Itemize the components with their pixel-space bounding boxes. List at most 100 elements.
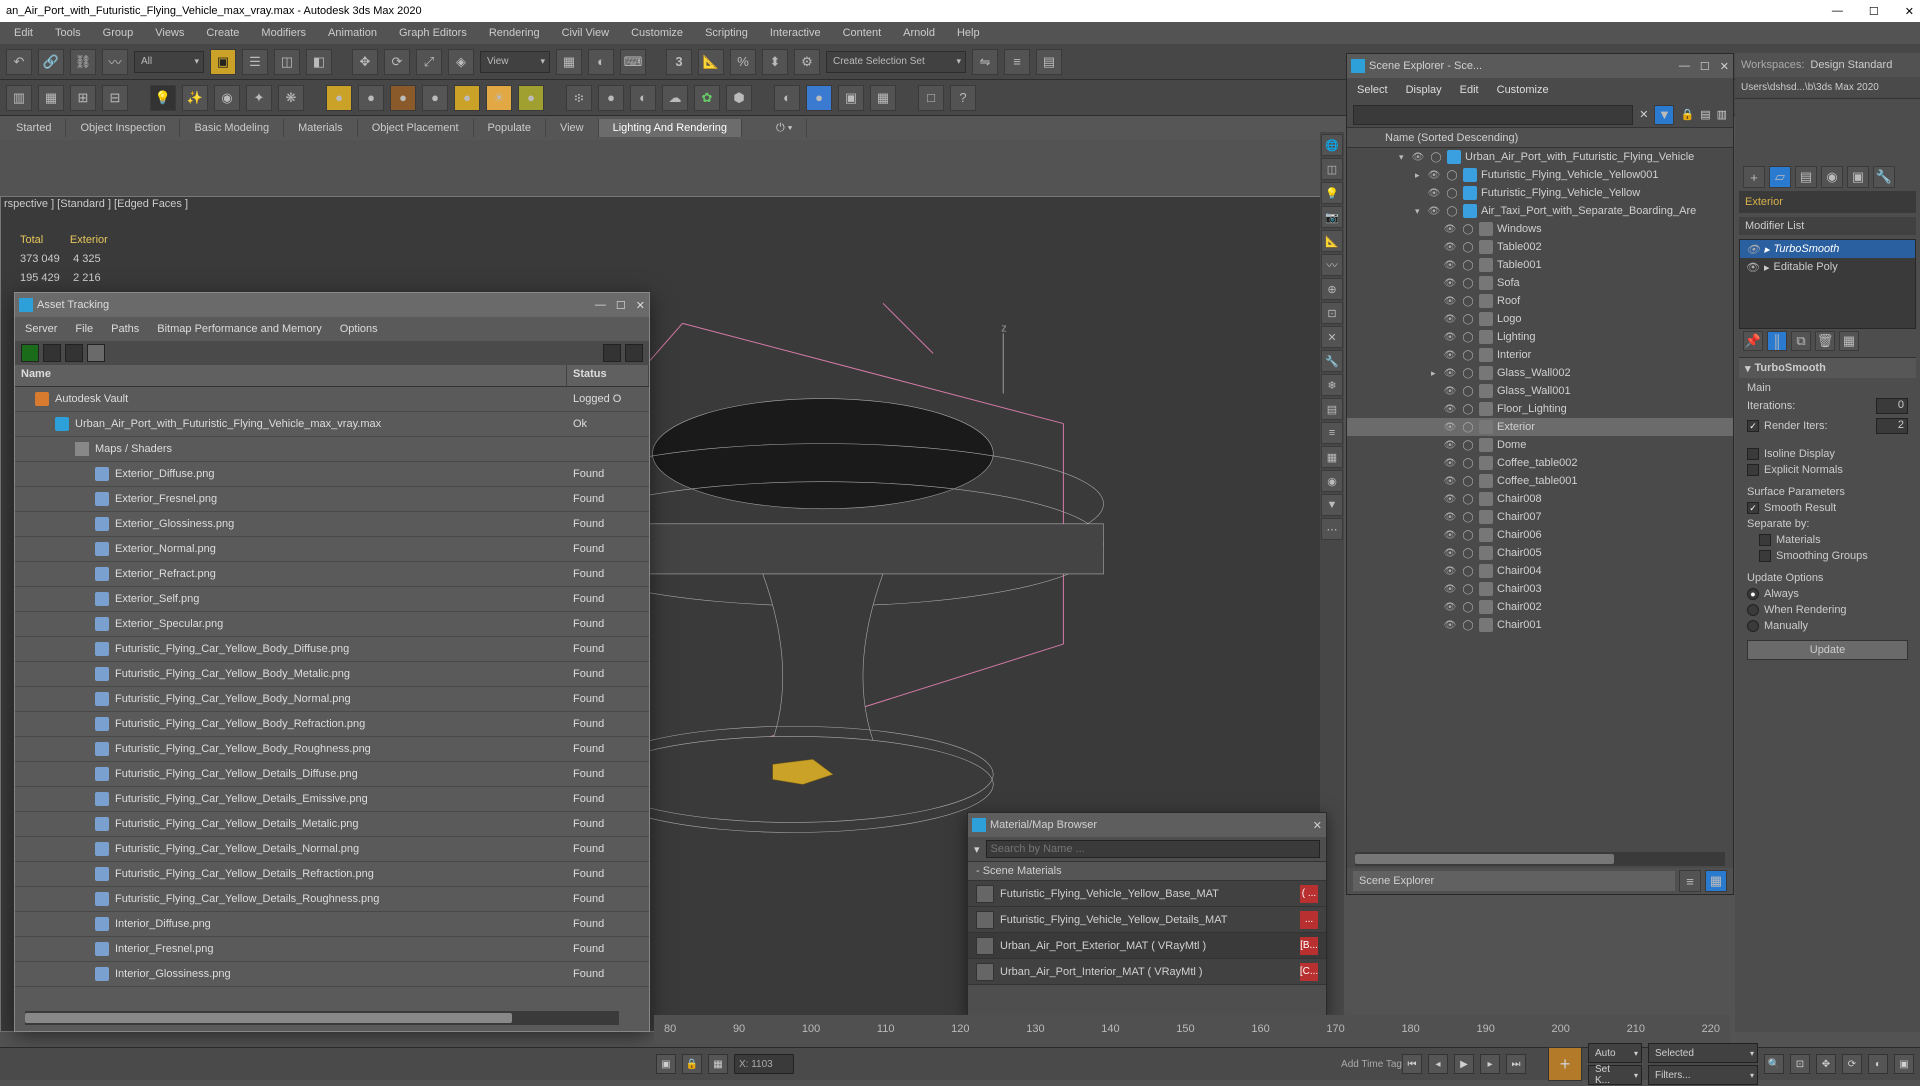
- asset-row[interactable]: Futuristic_Flying_Car_Yellow_Body_Roughn…: [15, 737, 649, 762]
- asset-row[interactable]: Exterior_Specular.pngFound: [15, 612, 649, 637]
- vp-tool-icon[interactable]: 🔧: [1321, 350, 1343, 372]
- tab-started[interactable]: Started: [2, 119, 66, 137]
- scene-node[interactable]: 👁◯Table002: [1347, 238, 1733, 256]
- snap-toggle-icon[interactable]: 3: [666, 49, 692, 75]
- tab-object-placement[interactable]: Object Placement: [358, 119, 474, 137]
- asset-view2-icon[interactable]: [65, 344, 83, 362]
- vp-measure-icon[interactable]: 📐: [1321, 230, 1343, 252]
- vp-layer-icon[interactable]: ▤: [1321, 398, 1343, 420]
- scene-node[interactable]: 👁◯Chair005: [1347, 544, 1733, 562]
- scene-node[interactable]: 👁◯Roof: [1347, 292, 1733, 310]
- asset-menu-server[interactable]: Server: [25, 323, 57, 335]
- menu-animation[interactable]: Animation: [328, 27, 377, 39]
- help-icon[interactable]: ?: [950, 85, 976, 111]
- align-icon[interactable]: ≡: [1004, 49, 1030, 75]
- asset-row[interactable]: Urban_Air_Port_with_Futuristic_Flying_Ve…: [15, 412, 649, 437]
- nav-max-icon[interactable]: ▣: [1894, 1054, 1914, 1074]
- fx4-icon[interactable]: ☁: [662, 85, 688, 111]
- scene-node[interactable]: 👁◯Table001: [1347, 256, 1733, 274]
- se-hscroll[interactable]: [1355, 852, 1725, 866]
- mat2-icon[interactable]: ●: [358, 85, 384, 111]
- update-button[interactable]: Update: [1747, 640, 1908, 660]
- scene-node[interactable]: 👁◯Chair001: [1347, 616, 1733, 634]
- window-crossing-icon[interactable]: ◧: [306, 49, 332, 75]
- vp-list-icon[interactable]: ≡: [1321, 422, 1343, 444]
- vp-snow-icon[interactable]: ❄: [1321, 374, 1343, 396]
- asset-row[interactable]: Autodesk VaultLogged O: [15, 387, 649, 412]
- set-key-big-icon[interactable]: +: [1548, 1047, 1582, 1081]
- asset-row[interactable]: Futuristic_Flying_Car_Yellow_Body_Diffus…: [15, 637, 649, 662]
- asset-view3-icon[interactable]: [87, 344, 105, 362]
- light4-icon[interactable]: ✦: [246, 85, 272, 111]
- mirror-icon[interactable]: ⇋: [972, 49, 998, 75]
- menu-group[interactable]: Group: [103, 27, 134, 39]
- create-tab-icon[interactable]: +: [1743, 166, 1765, 188]
- vp-grid-toggle-icon[interactable]: ▦: [708, 1054, 728, 1074]
- scene-node[interactable]: 👁◯Coffee_table001: [1347, 472, 1733, 490]
- minimize-icon[interactable]: —: [1832, 5, 1843, 18]
- link-icon[interactable]: ⛓: [70, 49, 96, 75]
- tab-basic-modeling[interactable]: Basic Modeling: [180, 119, 284, 137]
- prev-frame-icon[interactable]: ◂: [1428, 1054, 1448, 1074]
- scene-node[interactable]: 👁◯Dome: [1347, 436, 1733, 454]
- fx6-icon[interactable]: ⬢: [726, 85, 752, 111]
- menu-customize[interactable]: Customize: [631, 27, 683, 39]
- auto-key-button[interactable]: Auto: [1588, 1043, 1642, 1063]
- menu-scripting[interactable]: Scripting: [705, 27, 748, 39]
- close-icon[interactable]: ✕: [1905, 5, 1914, 18]
- nav-orbit-icon[interactable]: ⟳: [1842, 1054, 1862, 1074]
- render-prod-icon[interactable]: ▣: [838, 85, 864, 111]
- asset-menu-bitmap-performance-and-memory[interactable]: Bitmap Performance and Memory: [157, 323, 321, 335]
- layers-icon[interactable]: ▤: [1036, 49, 1062, 75]
- material-item[interactable]: Futuristic_Flying_Vehicle_Yellow_Base_MA…: [968, 881, 1326, 907]
- vp-lock-icon[interactable]: 🔒: [682, 1054, 702, 1074]
- asset-row[interactable]: Maps / Shaders: [15, 437, 649, 462]
- menu-modifiers[interactable]: Modifiers: [261, 27, 306, 39]
- se-maximize-icon[interactable]: ☐: [1700, 60, 1710, 73]
- asset-menu-paths[interactable]: Paths: [111, 323, 139, 335]
- asset-view1-icon[interactable]: [43, 344, 61, 362]
- editor-icon[interactable]: ⚙: [794, 49, 820, 75]
- scene-node[interactable]: 👁◯Chair003: [1347, 580, 1733, 598]
- asset-menu-file[interactable]: File: [75, 323, 93, 335]
- fx3-icon[interactable]: ◐: [630, 85, 656, 111]
- asset-row[interactable]: Exterior_Refract.pngFound: [15, 562, 649, 587]
- placement-icon[interactable]: ◈: [448, 49, 474, 75]
- asset-columns[interactable]: Name Status: [15, 365, 649, 387]
- asset-row[interactable]: Futuristic_Flying_Car_Yellow_Details_Met…: [15, 812, 649, 837]
- asset-row[interactable]: Interior_Glossiness.pngFound: [15, 962, 649, 987]
- rollout-title[interactable]: TurboSmooth: [1755, 362, 1826, 374]
- tab-materials[interactable]: Materials: [284, 119, 358, 137]
- maximize-icon[interactable]: ☐: [1869, 5, 1879, 18]
- menu-rendering[interactable]: Rendering: [489, 27, 540, 39]
- asset-row[interactable]: Interior_Diffuse.pngFound: [15, 912, 649, 937]
- refcoord-combo[interactable]: View: [480, 51, 550, 73]
- menu-tools[interactable]: Tools: [55, 27, 81, 39]
- vp-more-icon[interactable]: ⋯: [1321, 518, 1343, 540]
- asset-opt2-icon[interactable]: [625, 344, 643, 362]
- redo-icon[interactable]: 🔗: [38, 49, 64, 75]
- show-result-icon[interactable]: ║: [1767, 331, 1787, 351]
- scene-node[interactable]: 👁◯Futuristic_Flying_Vehicle_Yellow: [1347, 184, 1733, 202]
- vp-grid-icon[interactable]: ▦: [1321, 446, 1343, 468]
- scene-node[interactable]: 👁◯Lighting: [1347, 328, 1733, 346]
- menu-graph-editors[interactable]: Graph Editors: [399, 27, 467, 39]
- scene-node[interactable]: 👁◯Chair006: [1347, 526, 1733, 544]
- asset-row[interactable]: Futuristic_Flying_Car_Yellow_Details_Nor…: [15, 837, 649, 862]
- scene-node[interactable]: 👁◯Chair007: [1347, 508, 1733, 526]
- display-tab-icon[interactable]: ▣: [1847, 166, 1869, 188]
- render-iter-icon[interactable]: ▦: [870, 85, 896, 111]
- material-item[interactable]: Urban_Air_Port_Exterior_MAT ( VRayMtl )[…: [968, 933, 1326, 959]
- vp-waves-icon[interactable]: 〰: [1321, 254, 1343, 276]
- keyboard-icon[interactable]: ⌨: [620, 49, 646, 75]
- scene-node[interactable]: 👁◯Logo: [1347, 310, 1733, 328]
- tab-switch-icon[interactable]: ⏻ ▾: [762, 119, 807, 138]
- asset-minimize-icon[interactable]: —: [595, 299, 606, 312]
- tab-populate[interactable]: Populate: [474, 119, 546, 137]
- scene-node[interactable]: 👁◯Windows: [1347, 220, 1733, 238]
- modifier-row[interactable]: 👁▸TurboSmooth: [1740, 240, 1915, 258]
- toggle-scene-explorer-icon[interactable]: ▥: [6, 85, 32, 111]
- isoline-checkbox[interactable]: [1747, 448, 1759, 460]
- utilities-tab-icon[interactable]: 🔧: [1873, 166, 1895, 188]
- vp-helper-icon[interactable]: ✕: [1321, 326, 1343, 348]
